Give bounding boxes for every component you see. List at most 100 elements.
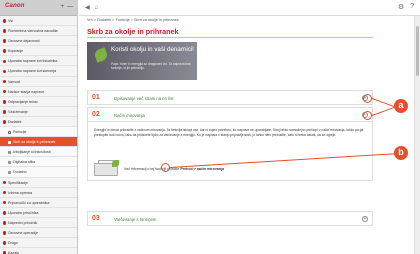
leaf-icon xyxy=(93,47,109,63)
page-icon xyxy=(8,170,11,174)
bullet-icon xyxy=(2,39,7,43)
section-number: 01 xyxy=(92,94,100,101)
expand-all-button[interactable]: + xyxy=(60,3,64,12)
sidebar-item-label: Vzdrževanje xyxy=(8,109,28,114)
bullet-icon xyxy=(2,89,7,94)
sidebar-header: Canon + — xyxy=(0,0,77,16)
sidebar-item[interactable]: Digitalna slika xyxy=(0,157,77,168)
sidebar-item-label: Izbirna oprema xyxy=(8,190,32,195)
leaf-icon xyxy=(112,160,119,167)
sidebar-item[interactable]: Dodatek xyxy=(0,117,77,128)
bullet-icon xyxy=(2,29,7,33)
main-content: ◀ ⌂ ⚙ ? Vrh > Dodatek > Funkcije > Skrb … xyxy=(79,0,420,254)
toolbar: ◀ ⌂ ⚙ ? xyxy=(79,0,420,16)
sidebar-item-label: Izboljšanje učinkovitosti xyxy=(13,150,51,155)
sidebar-item-label: Skrb za okolje in prihranek xyxy=(13,140,56,145)
sidebar-item-label: Napredni priročnik xyxy=(8,220,38,225)
sidebar-item[interactable]: Napredni priročnik xyxy=(0,218,77,228)
sidebar-item[interactable]: Kopiranje xyxy=(0,46,77,57)
sidebar-item[interactable]: Specifikacije xyxy=(0,178,77,188)
scrollbar[interactable] xyxy=(414,16,420,254)
printer-image xyxy=(94,160,120,177)
sidebar-item-label: Nadzor stanja naprave xyxy=(8,89,45,94)
callout-a-line xyxy=(371,106,395,116)
sidebar-item[interactable]: Osnovne dejavnosti xyxy=(0,36,77,47)
sidebar-item[interactable]: Kazalo xyxy=(0,248,77,254)
sidebar-item-label: Kopiranje xyxy=(8,49,24,54)
scrollbar-thumb[interactable] xyxy=(416,26,419,76)
bullet-icon xyxy=(2,180,7,185)
sidebar-item-label: Osnovne operacije xyxy=(8,230,38,235)
sidebar-item-label: Dodatno xyxy=(13,170,27,175)
section-number: 02 xyxy=(92,111,100,118)
bullet-icon xyxy=(2,241,7,245)
bullet-icon xyxy=(2,69,7,74)
sidebar-item[interactable]: Uporaba naprave kot skenerja xyxy=(0,66,77,77)
sidebar-item-label: Pripomočki za uporabnika xyxy=(8,200,50,205)
sidebar-item[interactable]: Skrb za okolje in prihranek xyxy=(0,137,77,148)
bullet-icon xyxy=(2,231,7,235)
section-03[interactable]: 03 Varčevanje s tonerjem + xyxy=(87,211,373,226)
sidebar-item[interactable]: Funkcije xyxy=(0,127,77,138)
sidebar-item[interactable]: Uporaba naprave kot tiskalnika xyxy=(0,56,77,67)
help-icon[interactable]: ? xyxy=(410,3,414,11)
section-01[interactable]: 01 Izpisovanje več strani na en list + xyxy=(87,90,373,105)
section-title[interactable]: Način mirovanja xyxy=(114,113,145,118)
section-number: 03 xyxy=(92,215,100,222)
bullet-icon xyxy=(2,210,7,215)
sidebar-item[interactable]: Varnost xyxy=(0,77,77,87)
bullet-icon xyxy=(2,120,7,124)
sidebar-item-label: Dodatek xyxy=(8,119,22,124)
sidebar-item[interactable]: Odpravljanje težav xyxy=(0,97,77,107)
sidebar-item[interactable]: Vsi xyxy=(0,16,77,27)
page-icon xyxy=(8,140,11,144)
sidebar-item[interactable]: Drugo xyxy=(0,238,77,249)
sidebar-item-label: Specifikacije xyxy=(8,180,28,185)
sidebar-item-label: Osnovne dejavnosti xyxy=(8,39,40,44)
sidebar-item-label: Drugo xyxy=(8,241,18,246)
sidebar-item[interactable]: Izboljšanje učinkovitosti xyxy=(0,147,77,158)
collapse-all-button[interactable]: — xyxy=(67,3,73,12)
section-body-text: Energijo in denar prihranite z načinom m… xyxy=(94,128,364,137)
home-icon[interactable]: ⌂ xyxy=(95,5,99,11)
sidebar-item-label: Odpravljanje težav xyxy=(8,99,38,104)
callout-a-ring xyxy=(363,93,372,103)
sidebar-item-label: Uporaba naprave kot tiskalnika xyxy=(8,59,58,64)
sidebar-item[interactable]: Osnovne operacije xyxy=(0,228,77,239)
hero-banner: Koristi okolju in vaši denarnici! Papir,… xyxy=(87,42,197,80)
hero-title: Koristi okolju in vaši denarnici! xyxy=(111,46,194,53)
sidebar-item[interactable]: Uporaba priročnika xyxy=(0,208,77,218)
canon-logo: Canon xyxy=(5,3,25,9)
sidebar-item-label: Digitalna slika xyxy=(13,160,36,165)
expand-icon[interactable]: + xyxy=(362,215,368,222)
callout-b-ring xyxy=(161,163,170,172)
sidebar-nav: Vsi Pomembna varnostna navodila Osnovne de… xyxy=(0,16,77,254)
sidebar-item-label: Varnost xyxy=(8,79,21,84)
section-title[interactable]: Izpisovanje več strani na en list xyxy=(114,96,173,101)
sidebar-item[interactable]: Izbirna oprema xyxy=(0,188,77,198)
section-02[interactable]: 02 Način mirovanja – xyxy=(87,107,373,122)
sidebar-item-label: Vsi xyxy=(8,19,13,23)
gear-icon[interactable]: ⚙ xyxy=(398,3,404,11)
see-also-link[interactable]: Prehod v način mirovanja xyxy=(180,167,224,171)
title-divider xyxy=(87,37,373,38)
bullet-icon xyxy=(2,190,7,195)
bullet-icon xyxy=(2,110,7,114)
sidebar-item-label: Uporaba naprave kot skenerja xyxy=(8,69,57,74)
hero-subtitle: Papir, toner in energija so dragoceni vi… xyxy=(111,62,191,70)
callout-b: b xyxy=(394,146,408,160)
sidebar-item[interactable]: Nadzor stanja naprave xyxy=(0,87,77,97)
sidebar-item[interactable]: Dodatno xyxy=(0,167,77,178)
sidebar-item[interactable]: Pripomočki za uporabnika xyxy=(0,198,77,208)
breadcrumb[interactable]: Vrh > Dodatek > Funkcije > Skrb za okolj… xyxy=(87,18,179,22)
bullet-icon xyxy=(2,221,7,225)
page-icon xyxy=(8,160,11,164)
back-icon[interactable]: ◀ xyxy=(85,4,90,11)
bullet-icon xyxy=(2,49,7,54)
section-title[interactable]: Varčevanje s tonerjem xyxy=(114,217,156,222)
sidebar-item[interactable]: Pomembna varnostna navodila xyxy=(0,26,77,37)
sidebar-item[interactable]: Vzdrževanje xyxy=(0,107,77,117)
sidebar-item-label: Uporaba priročnika xyxy=(8,210,39,215)
collapse-icon[interactable] xyxy=(8,130,11,134)
bullet-icon xyxy=(2,59,7,64)
